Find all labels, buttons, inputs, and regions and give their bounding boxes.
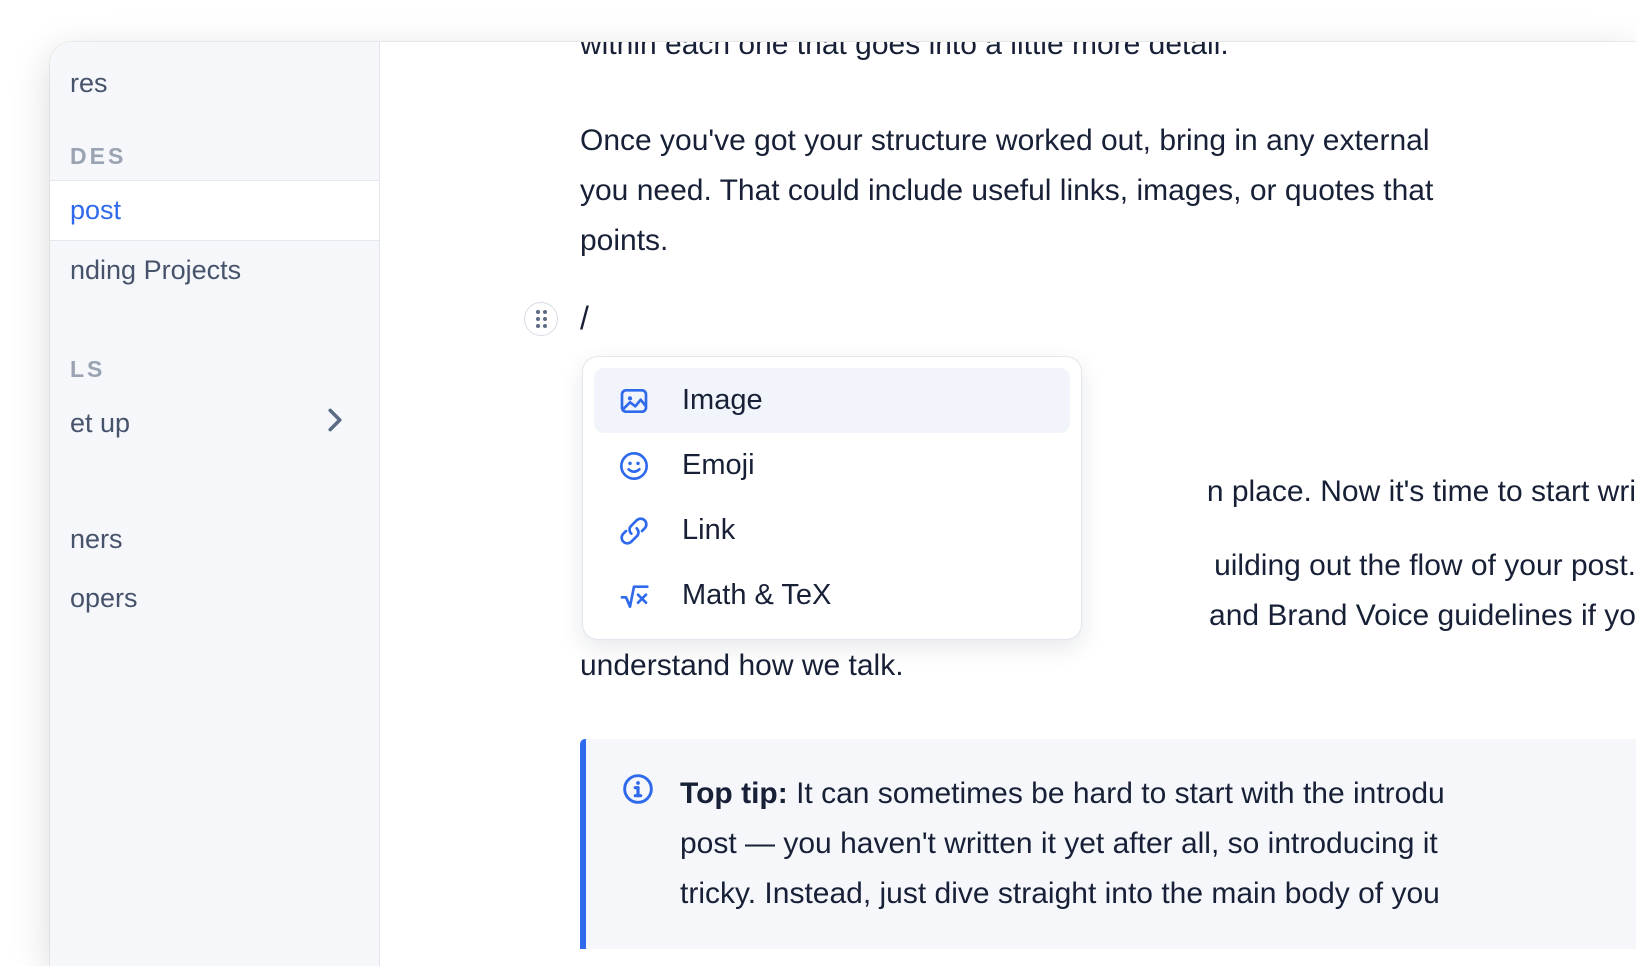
sidebar-item-opers[interactable]: opers [50, 569, 379, 628]
slash-command-menu[interactable]: Image Emoji [582, 356, 1082, 640]
sidebar-item-label: et up [70, 408, 130, 439]
main-content: within each one that goes into a little … [380, 42, 1636, 966]
menu-item-label: Link [682, 514, 735, 547]
menu-item-label: Math & TeX [682, 579, 831, 612]
sidebar-item-ners[interactable]: ners [50, 510, 379, 569]
sidebar-item-label: nding Projects [70, 255, 241, 286]
slash-command-line[interactable]: / [580, 300, 1636, 337]
sidebar-item-res[interactable]: res [50, 54, 379, 113]
sidebar-item-label: post [70, 195, 121, 226]
callout-title: Top tip: [680, 777, 788, 810]
sidebar-item-label: res [70, 68, 108, 99]
sidebar-item-setup[interactable]: et up [50, 393, 379, 454]
link-icon [618, 515, 650, 547]
sidebar-section-guides: DES [50, 113, 379, 180]
emoji-icon [618, 450, 650, 482]
info-icon [622, 773, 654, 919]
drag-handle-icon [536, 310, 547, 328]
sidebar-section-ls: LS [50, 300, 379, 393]
image-icon [618, 385, 650, 417]
window-frame: res DES post nding Projects LS et up ner… [50, 42, 1636, 966]
sidebar-item-post[interactable]: post [50, 180, 379, 241]
callout-text: Top tip: It can sometimes be hard to sta… [680, 769, 1445, 919]
menu-item-math[interactable]: Math & TeX [594, 563, 1070, 628]
menu-item-link[interactable]: Link [594, 498, 1070, 563]
menu-item-label: Image [682, 384, 763, 417]
sidebar-item-label: opers [70, 583, 138, 614]
menu-item-label: Emoji [682, 449, 755, 482]
paragraph-1: Once you've got your structure worked ou… [580, 116, 1636, 266]
slash-input[interactable]: / [580, 300, 589, 337]
menu-item-image[interactable]: Image [594, 368, 1070, 433]
paragraph-cut: within each one that goes into a little … [580, 42, 1636, 70]
callout-tip: Top tip: It can sometimes be hard to sta… [580, 739, 1636, 949]
math-icon [618, 580, 650, 612]
chevron-right-icon [327, 407, 343, 440]
drag-handle[interactable] [524, 302, 558, 336]
sidebar: res DES post nding Projects LS et up ner… [50, 42, 380, 966]
sidebar-item-label: ners [70, 524, 123, 555]
menu-item-emoji[interactable]: Emoji [594, 433, 1070, 498]
sidebar-item-projects[interactable]: nding Projects [50, 241, 379, 300]
